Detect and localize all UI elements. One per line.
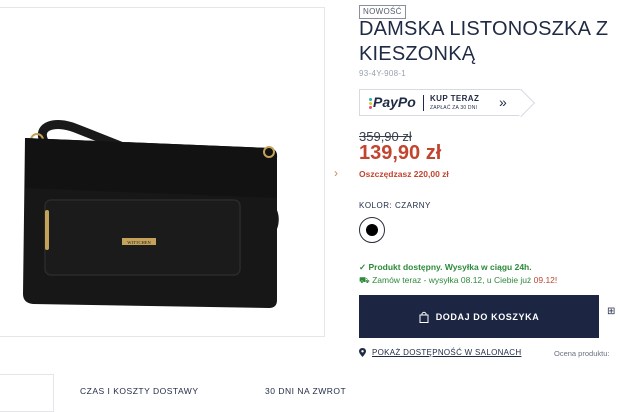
brand-plate-text: WITTCHEN [127, 240, 151, 245]
store-availability-label: POKAŻ DOSTĘPNOŚĆ W SALONACH [372, 348, 522, 357]
delivery-estimate-text: Zamów teraz - wysyłka 08.12, u Ciebie ju… [372, 275, 534, 285]
paypo-logo: PayPo [373, 94, 416, 110]
double-chevron-right-icon[interactable]: » [499, 94, 507, 110]
side-action-icon[interactable]: ⊞ [607, 306, 615, 317]
product-info-tabs: CZAS I KOSZTY DOSTAWY 30 DNI NA ZWROT [0, 374, 618, 412]
add-to-cart-label: DODAJ DO KOSZYKA [435, 311, 540, 322]
add-to-cart-button[interactable]: DODAJ DO KOSZYKA [359, 295, 599, 338]
truck-icon: ⛟ [359, 275, 370, 285]
paypo-divider [423, 95, 424, 111]
availability-status: ✓ Produkt dostępny. Wysyłka w ciągu 24h. [359, 262, 532, 272]
bag-icon [419, 311, 429, 323]
tab-description[interactable] [0, 374, 54, 412]
tab-30-day-return[interactable]: 30 DNI NA ZWROT [265, 386, 346, 396]
rating-label: Ocena produktu: [554, 349, 610, 358]
color-label: KOLOR: CZARNY [359, 201, 431, 210]
delivery-date: 09.12! [533, 275, 558, 285]
product-image-bag[interactable]: WITTCHEN [15, 118, 285, 308]
paypo-banner[interactable]: PayPo KUP TERAZ ZAPŁAĆ ZA 30 DNI » [359, 89, 522, 116]
gallery-next-arrow-icon[interactable]: › [334, 166, 338, 180]
map-pin-icon [359, 348, 366, 357]
store-availability-link[interactable]: POKAŻ DOSTĘPNOŚĆ W SALONACH [359, 348, 521, 357]
current-price: 139,90 zł [359, 142, 442, 164]
tab-delivery-costs[interactable]: CZAS I KOSZTY DOSTAWY [80, 386, 199, 396]
paypo-pay-later-label: ZAPŁAĆ ZA 30 DNI [430, 105, 478, 111]
product-title: DAMSKA LISTONOSZKA Z KIESZONKĄ [359, 18, 609, 65]
paypo-buy-now-label: KUP TERAZ [430, 94, 480, 103]
savings-text: Oszczędzasz 220,00 zł [359, 169, 449, 179]
delivery-estimate: ⛟ Zamów teraz - wysyłka 08.12, u Ciebie … [359, 275, 557, 287]
product-sku: 93-4Y-908-1 [359, 69, 407, 78]
color-swatch-black[interactable] [359, 217, 385, 243]
color-swatch-dot [366, 224, 378, 236]
